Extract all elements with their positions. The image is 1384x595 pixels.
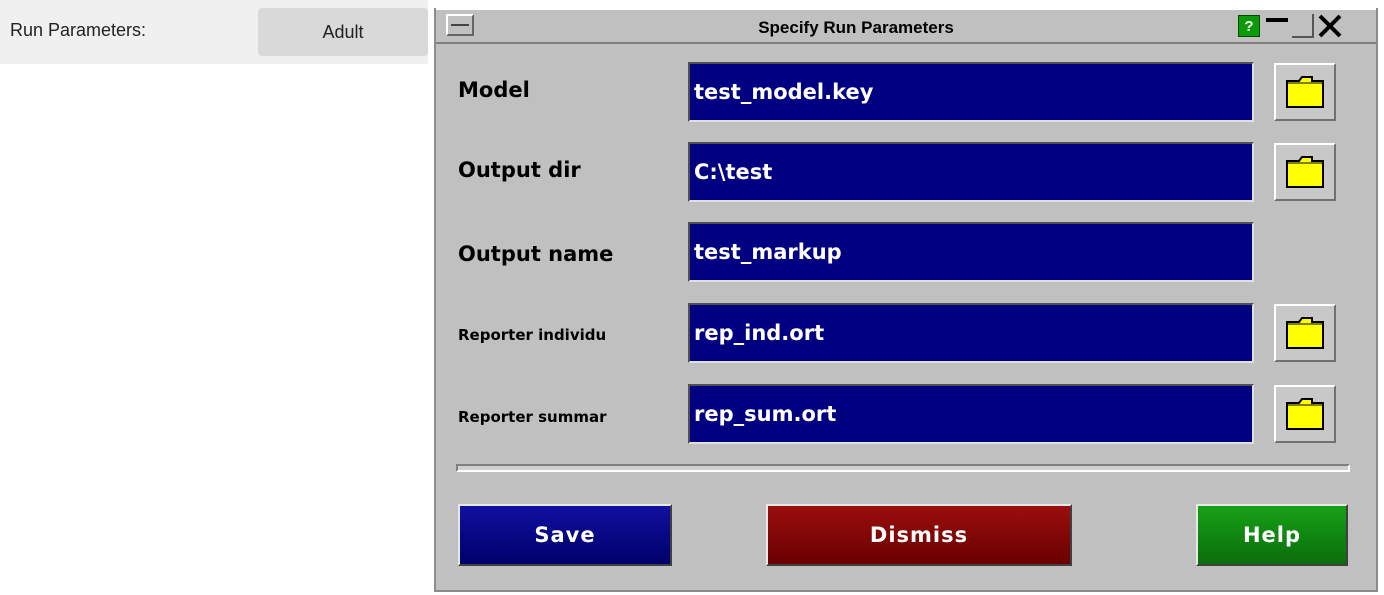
folder-icon [1286, 398, 1324, 430]
specify-run-parameters-dialog: Specify Run Parameters ? Model Output di… [434, 8, 1378, 592]
dialog-titlebar[interactable]: Specify Run Parameters ? [436, 8, 1376, 44]
reporter-individual-label: Reporter individu [458, 326, 607, 344]
dialog-title: Specify Run Parameters [758, 18, 954, 37]
window-menu-icon[interactable] [446, 14, 474, 36]
dismiss-button[interactable]: Dismiss [766, 504, 1072, 566]
folder-icon [1286, 317, 1324, 349]
reporter-summary-field[interactable] [688, 384, 1254, 444]
reporter-summary-label: Reporter summar [458, 408, 607, 426]
folder-icon [1286, 156, 1324, 188]
close-icon[interactable] [1316, 12, 1344, 40]
run-parameters-label: Run Parameters: [10, 20, 147, 40]
output-dir-browse-button[interactable] [1274, 143, 1336, 201]
reporter-individual-browse-button[interactable] [1274, 304, 1336, 362]
reporter-individual-field[interactable] [688, 303, 1254, 363]
model-browse-button[interactable] [1274, 63, 1336, 121]
model-field[interactable] [688, 62, 1254, 122]
model-label: Model [458, 78, 530, 102]
output-dir-field[interactable] [688, 142, 1254, 202]
save-button[interactable]: Save [458, 504, 672, 566]
separator [456, 464, 1350, 472]
maximize-icon[interactable] [1292, 14, 1314, 38]
reporter-summary-browse-button[interactable] [1274, 385, 1336, 443]
titlebar-help-button[interactable]: ? [1238, 15, 1260, 37]
minimize-icon[interactable] [1266, 14, 1288, 38]
help-button[interactable]: Help [1196, 504, 1348, 566]
output-name-field[interactable] [688, 222, 1254, 282]
adult-button[interactable]: Adult [258, 8, 428, 56]
output-dir-label: Output dir [458, 158, 581, 182]
output-name-label: Output name [458, 242, 614, 266]
run-parameters-panel: Run Parameters: Adult [0, 0, 428, 64]
folder-icon [1286, 76, 1324, 108]
